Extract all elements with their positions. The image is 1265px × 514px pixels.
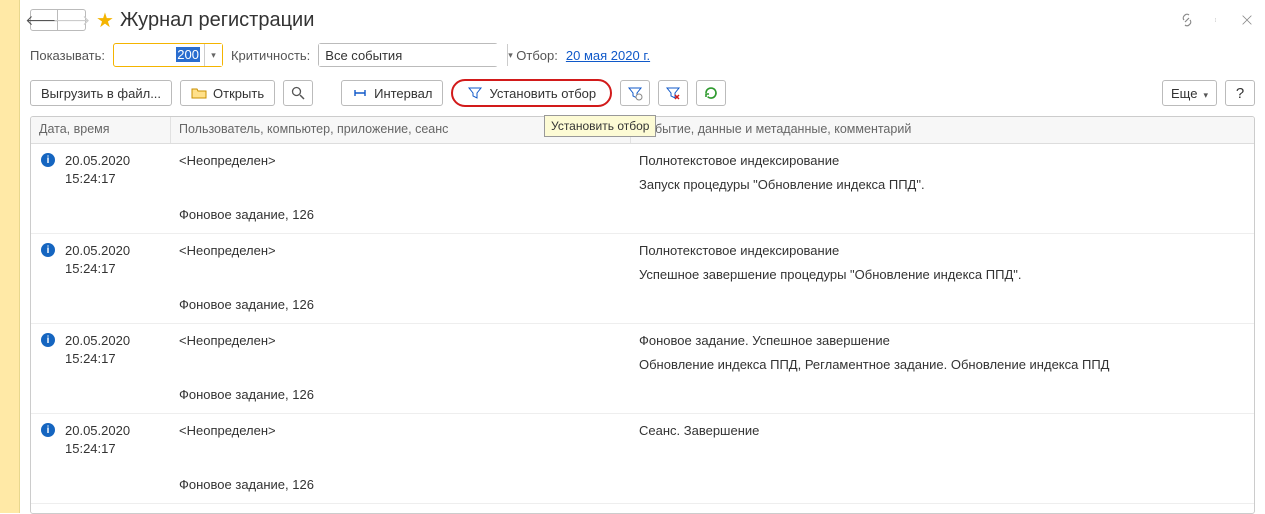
criticality-box [318,43,498,67]
criticality-dropdown[interactable] [507,44,513,66]
titlebar: ★ Журнал регистрации [30,6,1255,34]
set-filter-button[interactable]: Установить отбор [451,79,612,107]
refresh-icon [703,85,719,101]
row-event-extra: Обновление индекса ППД, Регламентное зад… [639,356,1246,374]
link-icon[interactable] [1179,12,1195,28]
interval-icon [352,85,368,101]
row-event-extra: Успешное завершение процедуры "Обновлени… [639,266,1246,284]
row-date: 20.05.2020 [65,332,130,350]
info-icon: i [41,333,57,349]
show-label: Показывать: [30,48,105,63]
row-user: <Неопределен> [179,332,623,350]
row-user: <Неопределен> [179,242,623,260]
filter-clear-button[interactable] [658,80,688,106]
criticality-label: Критичность: [231,48,310,63]
folder-icon [191,85,207,101]
log-table: Дата, время Пользователь, компьютер, при… [30,116,1255,514]
table-row[interactable]: i 20.05.202015:24:17 <Неопределен> Фоновое … [31,324,1254,414]
row-user-extra: Фоновое задание, 126 [179,386,623,404]
filter-icon [467,85,483,101]
interval-button[interactable]: Интервал [341,80,443,106]
info-icon: i [41,243,57,259]
show-count-value: 200 [176,47,200,62]
row-date: 20.05.2020 [65,152,130,170]
export-file-button[interactable]: Выгрузить в файл... [30,80,172,106]
row-user-extra: Фоновое задание, 126 [179,296,623,314]
row-user-extra: Фоновое задание, 126 [179,206,623,224]
chevron-down-icon [1203,86,1208,101]
filter-clear-icon [665,85,681,101]
table-row[interactable]: i 20.05.202015:24:17 <Неопределен> Фоновое … [31,144,1254,234]
criticality-input[interactable] [319,44,507,66]
more-label: Еще [1171,86,1197,101]
more-button[interactable]: Еще [1162,80,1217,106]
export-file-label: Выгрузить в файл... [41,86,161,101]
row-event: Фоновое задание. Успешное завершение [639,332,1246,350]
row-event: Полнотекстовое индексирование [639,242,1246,260]
row-time: 15:24:17 [65,440,130,458]
row-user: <Неопределен> [179,152,623,170]
tooltip: Установить отбор [544,115,656,137]
show-count-dropdown[interactable] [204,44,222,66]
th-event[interactable]: Событие, данные и метаданные, комментари… [631,117,1254,143]
info-icon: i [41,153,57,169]
interval-label: Интервал [374,86,432,101]
filter-date-link[interactable]: 20 мая 2020 г. [566,48,650,63]
refresh-button[interactable] [696,80,726,106]
row-user-extra: Фоновое задание, 126 [179,476,623,494]
nav-forward-button[interactable] [58,9,86,31]
table-body[interactable]: i20.05.202015:24:17<Неопределен>Фоновое … [31,144,1254,514]
row-date: 20.05.2020 [65,242,130,260]
favorite-star-icon[interactable]: ★ [96,8,114,33]
table-row[interactable]: i 20.05.202015:24:17 <Неопределен> Фоновое … [31,234,1254,324]
row-time: 15:24:17 [65,170,130,188]
set-filter-label: Установить отбор [489,86,596,101]
row-time: 15:24:17 [65,260,130,278]
help-button[interactable]: ? [1225,80,1255,106]
magnify-button[interactable] [283,80,313,106]
filter-config-button[interactable] [620,80,650,106]
show-count-box: 200 [113,43,223,67]
app-left-strip [0,0,20,513]
th-date[interactable]: Дата, время [31,117,171,143]
row-user: <Неопределен> [179,422,623,440]
magnify-icon [290,85,306,101]
row-event-extra: Запуск процедуры "Обновление индекса ППД… [639,176,1246,194]
close-icon[interactable] [1239,12,1255,28]
filter-config-icon [627,85,643,101]
open-label: Открыть [213,86,264,101]
open-button[interactable]: Открыть [180,80,275,106]
filter-label: Отбор: [516,48,558,63]
row-event: Сеанс. Завершение [639,422,1246,440]
row-date: 20.05.2020 [65,422,130,440]
dots-icon[interactable] [1209,12,1225,28]
page-title: Журнал регистрации [120,9,314,32]
help-label: ? [1236,85,1244,102]
row-event: Полнотекстовое индексирование [639,152,1246,170]
toolbar: Выгрузить в файл... Открыть Интервал Уст… [30,78,1255,108]
filter-row: Показывать: 200 Критичность: Отбор: 20 м… [30,40,1255,70]
show-count-input[interactable]: 200 [114,44,204,66]
table-row[interactable]: i 20.05.202015:24:17 <Неопределен> Фоновое … [31,414,1254,504]
info-icon: i [41,423,57,439]
row-time: 15:24:17 [65,350,130,368]
